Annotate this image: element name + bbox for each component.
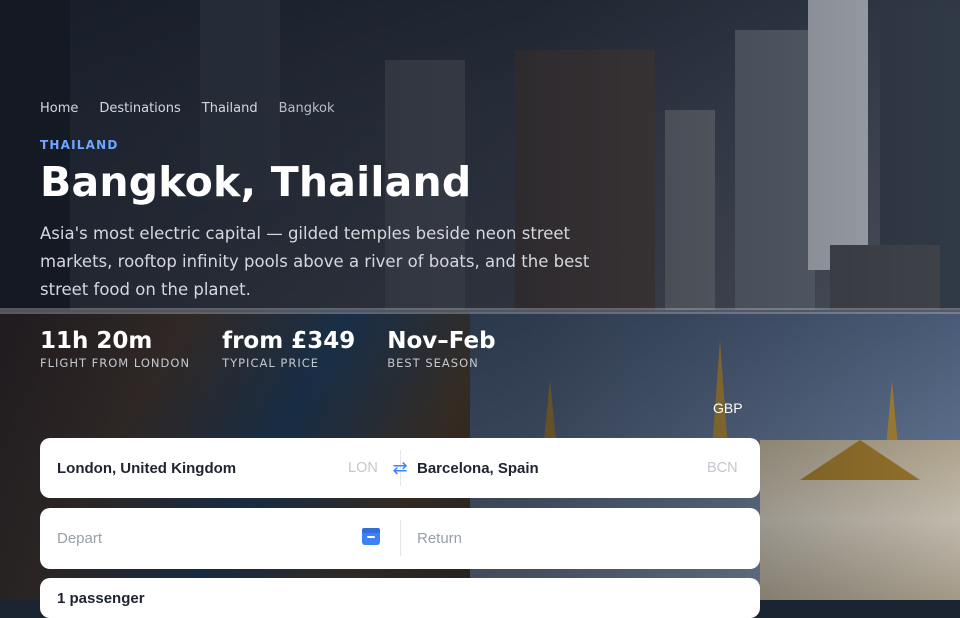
currency-selector[interactable]: GBP <box>713 400 743 416</box>
origin-field[interactable]: London, United Kingdom <box>57 460 236 477</box>
country-eyebrow: THAILAND <box>40 138 119 152</box>
passengers-field[interactable]: 1 passenger <box>57 590 145 607</box>
stat-value: from £349 <box>222 328 356 354</box>
stat-label: TYPICAL PRICE <box>222 356 320 370</box>
destination-stats: 11h 20m FLIGHT FROM LONDON from £349 TYP… <box>40 328 528 370</box>
stat-best-season: Nov–Feb BEST SEASON <box>387 328 495 370</box>
route-card: London, United Kingdom LON ⇄ Barcelona, … <box>40 438 760 498</box>
breadcrumb-thailand[interactable]: Thailand <box>202 101 258 116</box>
stat-value: Nov–Feb <box>387 328 496 354</box>
breadcrumb-destinations[interactable]: Destinations <box>99 101 180 116</box>
dates-card: Depart Return <box>40 508 760 569</box>
page-title: Bangkok, Thailand <box>40 158 472 206</box>
passengers-card: 1 passenger <box>40 578 760 618</box>
stat-label: BEST SEASON <box>387 356 479 370</box>
stat-flight-time: 11h 20m FLIGHT FROM LONDON <box>40 328 190 370</box>
stat-label: FLIGHT FROM LONDON <box>40 356 191 370</box>
field-divider <box>400 520 401 556</box>
return-field[interactable]: Return <box>417 530 462 547</box>
destination-code: BCN <box>707 460 738 476</box>
origin-code: LON <box>348 460 378 476</box>
depart-field[interactable]: Depart <box>57 530 102 547</box>
breadcrumb-bangkok: Bangkok <box>278 101 335 116</box>
breadcrumb: Home Destinations Thailand Bangkok <box>40 101 356 116</box>
destination-description: Asia's most electric capital — gilded te… <box>40 224 590 299</box>
stat-typical-price: from £349 TYPICAL PRICE <box>222 328 355 370</box>
destination-field[interactable]: Barcelona, Spain <box>417 460 539 477</box>
breadcrumb-home[interactable]: Home <box>40 101 78 116</box>
swap-icon[interactable]: ⇄ <box>392 458 408 478</box>
calendar-icon[interactable] <box>362 527 380 545</box>
stat-value: 11h 20m <box>40 328 153 354</box>
